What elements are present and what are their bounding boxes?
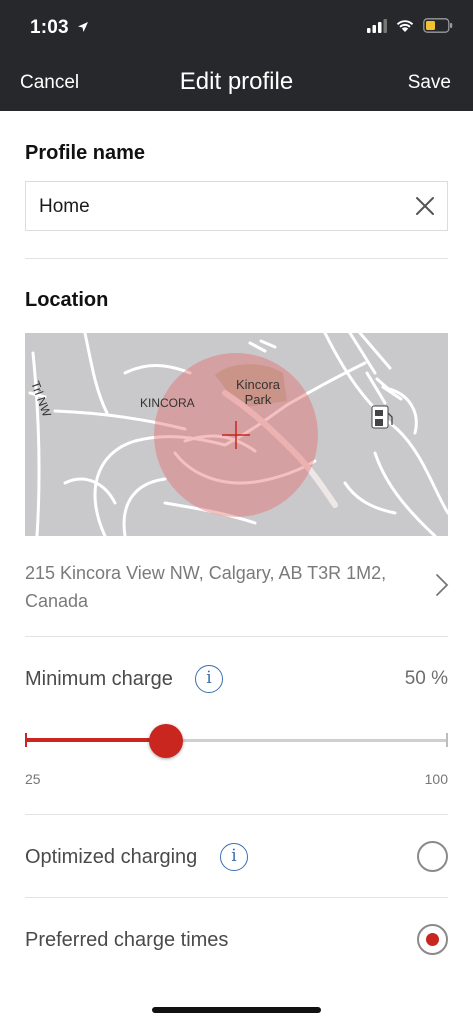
map-park-label-line2: Park bbox=[245, 392, 272, 407]
status-bar: 1:03 bbox=[0, 0, 473, 58]
save-button[interactable]: Save bbox=[408, 72, 451, 94]
wifi-icon bbox=[396, 20, 414, 32]
radio-selected-dot bbox=[426, 933, 439, 946]
slider-min-label: 25 bbox=[25, 771, 41, 787]
cellular-signal-icon bbox=[367, 18, 387, 33]
profile-name-heading: Profile name bbox=[25, 142, 146, 164]
map-graphic: Kincora Park KINCORA Trl NW bbox=[25, 333, 448, 536]
map-neighborhood-label: KINCORA bbox=[140, 396, 195, 410]
address-text[interactable]: 215 Kincora View NW, Calgary, AB T3R 1M2… bbox=[25, 559, 405, 615]
minimum-charge-slider[interactable] bbox=[25, 720, 448, 760]
optimized-charging-info-icon[interactable]: i bbox=[220, 843, 248, 871]
page-title: Edit profile bbox=[179, 68, 294, 95]
address-line-2: Canada bbox=[25, 591, 89, 611]
preferred-charge-times-radio[interactable] bbox=[417, 924, 448, 955]
home-indicator bbox=[152, 1007, 321, 1013]
divider bbox=[25, 636, 448, 637]
divider bbox=[25, 814, 448, 815]
slider-max-label: 100 bbox=[424, 771, 448, 787]
slider-max-tick bbox=[446, 733, 448, 747]
location-heading: Location bbox=[25, 289, 109, 311]
slider-min-tick bbox=[25, 733, 27, 747]
minimum-charge-label: Minimum charge bbox=[25, 668, 173, 690]
minimum-charge-value: 50 % bbox=[404, 668, 448, 689]
location-arrow-icon bbox=[78, 22, 88, 32]
optimized-charging-radio[interactable] bbox=[417, 841, 448, 872]
map-park-label-line1: Kincora bbox=[236, 377, 281, 392]
slider-fill bbox=[25, 738, 166, 742]
status-indicators bbox=[367, 18, 453, 33]
clear-icon[interactable] bbox=[413, 194, 437, 218]
profile-name-field[interactable]: Home bbox=[25, 181, 448, 231]
battery-icon bbox=[423, 18, 453, 33]
preferred-charge-times-label: Preferred charge times bbox=[25, 929, 229, 951]
nav-bar: Cancel Edit profile Save bbox=[0, 58, 473, 111]
divider bbox=[25, 258, 448, 259]
profile-name-value[interactable]: Home bbox=[39, 196, 90, 218]
status-time: 1:03 bbox=[30, 17, 69, 38]
minimum-charge-info-icon[interactable]: i bbox=[195, 665, 223, 693]
divider bbox=[25, 897, 448, 898]
optimized-charging-label: Optimized charging bbox=[25, 846, 198, 868]
location-map[interactable]: Kincora Park KINCORA Trl NW bbox=[25, 333, 448, 536]
slider-thumb[interactable] bbox=[149, 724, 183, 758]
address-line-1: 215 Kincora View NW, Calgary, AB T3R 1M2… bbox=[25, 563, 387, 583]
chevron-right-icon[interactable] bbox=[435, 573, 449, 597]
